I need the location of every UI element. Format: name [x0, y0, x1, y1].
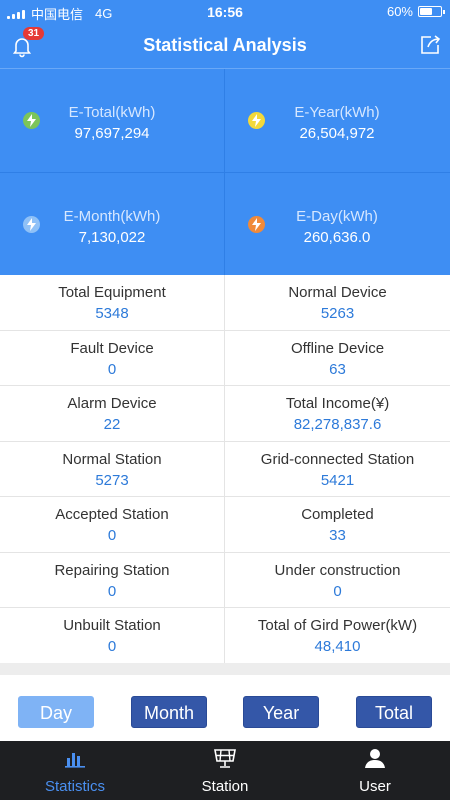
e-day-value: 260,636.0: [303, 229, 371, 246]
user-icon: [365, 749, 385, 768]
stat-value: 63: [329, 360, 346, 378]
stat-label: Fault Device: [70, 339, 154, 357]
e-year-tile: E-Year(kWh) 26,504,972: [225, 69, 449, 172]
bar-chart-icon: [65, 753, 85, 768]
stat-label: Unbuilt Station: [63, 617, 161, 634]
stat-value: 82,278,837.6: [293, 416, 382, 433]
stat-label: Normal Device: [288, 284, 387, 301]
tab-label: Station: [201, 778, 249, 795]
stat-label: Total Income(¥): [285, 395, 390, 412]
status-bar: 中国电信 4G 16:56 60%: [0, 0, 450, 24]
period-total-button[interactable]: Total: [356, 696, 432, 728]
stat-total-grid-power: Total of Gird Power(kW) 48,410: [225, 608, 450, 664]
stat-label: Repairing Station: [54, 561, 170, 579]
stat-label: Accepted Station: [55, 506, 169, 523]
stat-normal-device: Normal Device 5263: [225, 275, 450, 331]
stat-label: Offline Device: [290, 339, 385, 357]
e-day-tile: E-Day(kWh) 260,636.0: [225, 173, 449, 276]
stat-value: 0: [107, 527, 117, 544]
summary-panel: 中国电信 4G 16:56 60% 31 Statistical Analysi…: [0, 0, 450, 275]
divider: [0, 172, 450, 173]
stat-label: Total Equipment: [58, 284, 166, 301]
e-year-label: E-Year(kWh): [294, 104, 380, 121]
section-separator: [0, 663, 450, 675]
stat-value: 5421: [320, 471, 355, 489]
tab-user[interactable]: User: [300, 741, 450, 800]
stat-value: 48,410: [314, 638, 361, 655]
stat-value: 0: [107, 638, 117, 655]
e-total-value: 97,697,294: [74, 125, 150, 142]
stat-label: Grid-connected Station: [260, 450, 415, 468]
e-month-tile: E-Month(kWh) 7,130,022: [0, 173, 224, 276]
stat-fault-device: Fault Device 0: [0, 330, 225, 386]
stat-offline-device: Offline Device 63: [225, 331, 450, 386]
stat-value: 0: [107, 582, 117, 600]
period-day-button[interactable]: Day: [18, 696, 94, 728]
stat-label: Completed: [301, 506, 374, 523]
e-total-tile: E-Total(kWh) 97,697,294: [0, 69, 224, 172]
bottom-tab-bar: Statistics Station User: [0, 741, 450, 800]
stat-under-construction: Under construction 0: [225, 553, 450, 608]
tab-label: User: [359, 778, 391, 795]
stat-label: Under construction: [274, 561, 401, 579]
stat-label: Normal Station: [62, 450, 162, 468]
e-day-label: E-Day(kWh): [296, 208, 378, 225]
stat-alarm-device: Alarm Device 22: [0, 386, 225, 442]
stat-value: 5273: [95, 471, 129, 489]
app-header: 31 Statistical Analysis: [0, 24, 450, 68]
share-icon[interactable]: [419, 34, 441, 56]
stat-value: 0: [333, 582, 342, 600]
e-month-value: 7,130,022: [78, 229, 146, 246]
solar-panel-icon: [214, 749, 236, 768]
stat-total-equipment: Total Equipment 5348: [0, 275, 225, 331]
period-year-button[interactable]: Year: [243, 696, 319, 728]
stat-unbuilt-station: Unbuilt Station 0: [0, 608, 225, 664]
stat-value: 33: [329, 527, 346, 544]
e-year-value: 26,504,972: [299, 125, 375, 142]
period-month-button[interactable]: Month: [131, 696, 207, 728]
e-total-label: E-Total(kWh): [68, 104, 156, 121]
e-month-label: E-Month(kWh): [63, 208, 161, 225]
stat-completed: Completed 33: [225, 497, 450, 553]
tab-label: Statistics: [44, 778, 105, 795]
stat-accepted-station: Accepted Station 0: [0, 497, 225, 553]
stat-label: Alarm Device: [67, 395, 157, 412]
tab-statistics[interactable]: Statistics: [0, 741, 150, 800]
battery-icon: [418, 6, 445, 17]
stat-value: 5348: [95, 305, 129, 322]
stat-value: 5263: [320, 305, 355, 322]
stat-value: 0: [107, 360, 117, 378]
stat-normal-station: Normal Station 5273: [0, 441, 225, 497]
stat-total-income: Total Income(¥) 82,278,837.6: [225, 386, 450, 442]
battery-percent: 60%: [386, 4, 413, 19]
clock: 16:56: [207, 4, 243, 20]
stat-label: Total of Gird Power(kW): [257, 617, 418, 634]
stat-grid-connected-station: Grid-connected Station 5421: [225, 442, 450, 497]
stat-value: 22: [103, 416, 121, 433]
stat-repairing-station: Repairing Station 0: [0, 552, 225, 608]
tab-station[interactable]: Station: [150, 741, 300, 800]
page-title: Statistical Analysis: [143, 35, 307, 55]
